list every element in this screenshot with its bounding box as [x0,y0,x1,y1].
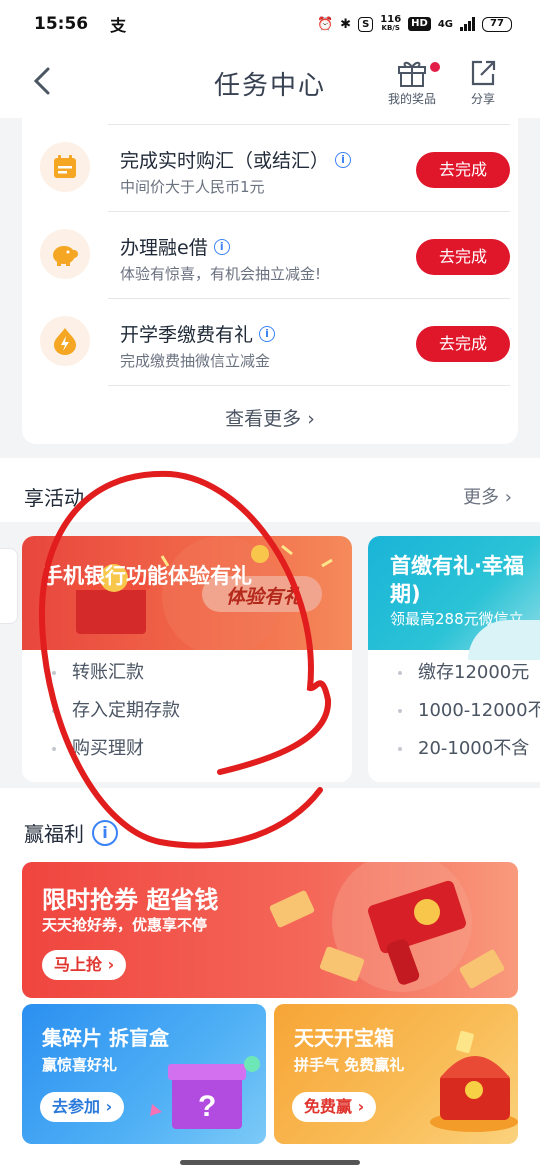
hd-badge: HD [408,17,431,31]
chevron-right-icon: › [504,487,512,508]
chevron-right-icon: › [357,1097,365,1116]
activity-item: 存入定期存款 [22,692,352,730]
activities-heading: 享活动 [24,486,84,510]
blind-box-title: 集碎片 拆盲盒 [42,1026,169,1050]
activity-item: 缴存12000元 [368,654,540,692]
network-type: 4G [437,18,453,30]
task-list-card: 完成实时购汇（或结汇） i 中间价大于人民币1元 去完成 办理融e借 i 体验有惊喜… [22,118,518,444]
vpn-icon: S [358,16,374,32]
bluetooth-icon: ✱ [340,16,352,32]
prev-card-edge [0,548,18,624]
task-icon-wrap [40,316,90,366]
alipay-icon: 支 [110,16,127,35]
treasure-sub: 拼手气 免费赢礼 [294,1056,405,1074]
welfare-heading-text: 赢福利 [24,822,84,846]
activity-item: 转账汇款 [22,654,352,692]
grab-now-button[interactable]: 马上抢 › [42,950,127,980]
clock: 15:56 [34,14,89,34]
task-item: 完成实时购汇（或结汇） i 中间价大于人民币1元 去完成 [22,124,518,210]
task-title: 完成实时购汇（或结汇） [120,150,330,172]
battery-icon: 77 [482,16,512,32]
task-desc: 体验有惊喜，有机会抽立减金! [120,265,322,283]
share-button[interactable]: 分享 [468,58,498,107]
activity-card[interactable]: 体验有礼 手机银行功能体验有礼 转账汇款 存入定期存款 购买理财 [22,536,352,782]
grab-now-label: 马上抢 [54,955,103,974]
blind-box-card[interactable]: ? 集碎片 拆盲盒 赢惊喜好礼 去参加 › [22,1004,266,1144]
coupon-banner[interactable]: 限时抢券 超省钱 天天抢好券，优惠享不停 马上抢 › [22,862,518,998]
info-icon[interactable]: i [213,238,230,255]
gift-box-illustration [72,536,333,650]
my-prizes-label: 我的奖品 [388,92,437,106]
task-title-row: 办理融e借 i [120,233,230,260]
svg-text:?: ? [198,1090,216,1123]
task-icon-wrap [40,229,90,279]
share-icon [471,60,496,86]
calendar-icon [54,155,76,178]
join-label: 去参加 [52,1097,101,1116]
complete-button[interactable]: 去完成 [416,326,510,362]
activity-title: 首缴有礼·幸福 [390,554,524,578]
info-icon[interactable]: i [335,151,352,168]
nav-bar: 任务中心 我的奖品 分享 [0,48,540,118]
win-free-label: 免费赢 [304,1097,353,1116]
join-button[interactable]: 去参加 › [40,1092,125,1122]
treasure-title: 天天开宝箱 [294,1026,394,1050]
task-icon-wrap [40,142,90,192]
blind-box-sub: 赢惊喜好礼 [42,1056,118,1074]
task-title-row: 完成实时购汇（或结汇） i [120,146,352,173]
view-more-label: 查看更多 [225,408,302,430]
chevron-right-icon: › [105,1097,113,1116]
my-prizes-button[interactable]: 我的奖品 [388,58,440,107]
notification-dot [430,62,440,72]
activity-items: 缴存12000元 1000-12000不 20-1000不含 [368,654,540,768]
activity-items: 转账汇款 存入定期存款 购买理财 [22,654,352,768]
info-icon[interactable]: i [92,819,118,846]
complete-button[interactable]: 去完成 [416,152,510,188]
share-label: 分享 [470,92,495,106]
page-title: 任务中心 [213,71,326,101]
alarm-icon: ⏰ [316,16,334,32]
activity-card[interactable]: 首缴有礼·幸福 期) 领最高288元微信立 缴存12000元 1000-1200… [368,536,540,782]
task-desc: 中间价大于人民币1元 [120,178,265,196]
view-more-link[interactable]: 查看更多 › [22,404,518,431]
win-free-button[interactable]: 免费赢 › [292,1092,377,1122]
activities-more-link[interactable]: 更多 › [463,483,512,509]
flash-coin-icon [54,328,76,355]
piggy-bank-icon [53,246,78,266]
task-item: 办理融e借 i 体验有惊喜，有机会抽立减金! 去完成 [22,211,518,297]
chevron-right-icon: › [107,955,115,974]
status-bar: 15:56 支 ⏰ ✱ S 116 KB/S HD 4G 77 [0,0,540,48]
home-indicator[interactable] [180,1160,360,1165]
activity-banner: 首缴有礼·幸福 期) 领最高288元微信立 [368,536,540,660]
chevron-right-icon: › [307,408,315,430]
activity-item: 购买理财 [22,730,352,768]
coupon-title: 限时抢券 超省钱 [42,886,219,914]
task-title-row: 开学季缴费有礼 i [120,320,276,347]
divider [108,385,510,386]
welfare-heading: 赢福利 i [24,818,118,847]
treasure-box-card[interactable]: 天天开宝箱 拼手气 免费赢礼 免费赢 › [274,1004,518,1144]
coupon-sub: 天天抢好券，优惠享不停 [42,916,208,934]
task-item: 开学季缴费有礼 i 完成缴费抽微信立减金 去完成 [22,298,518,384]
activity-item: 20-1000不含 [368,730,540,768]
task-title: 办理融e借 [120,237,208,259]
complete-button[interactable]: 去完成 [416,239,510,275]
activity-title: 手机银行功能体验有礼 [42,564,252,588]
info-icon[interactable]: i [259,325,276,342]
gift-icon [398,61,426,87]
task-title: 开学季缴费有礼 [120,324,254,346]
task-desc: 完成缴费抽微信立减金 [120,352,271,370]
signal-icon [460,17,475,31]
activity-banner: 体验有礼 手机银行功能体验有礼 [22,536,352,650]
activity-item: 1000-12000不 [368,692,540,730]
more-label: 更多 [463,487,500,508]
net-speed: 116 KB/S [380,14,402,33]
activity-title-cont: 期) [390,582,421,606]
